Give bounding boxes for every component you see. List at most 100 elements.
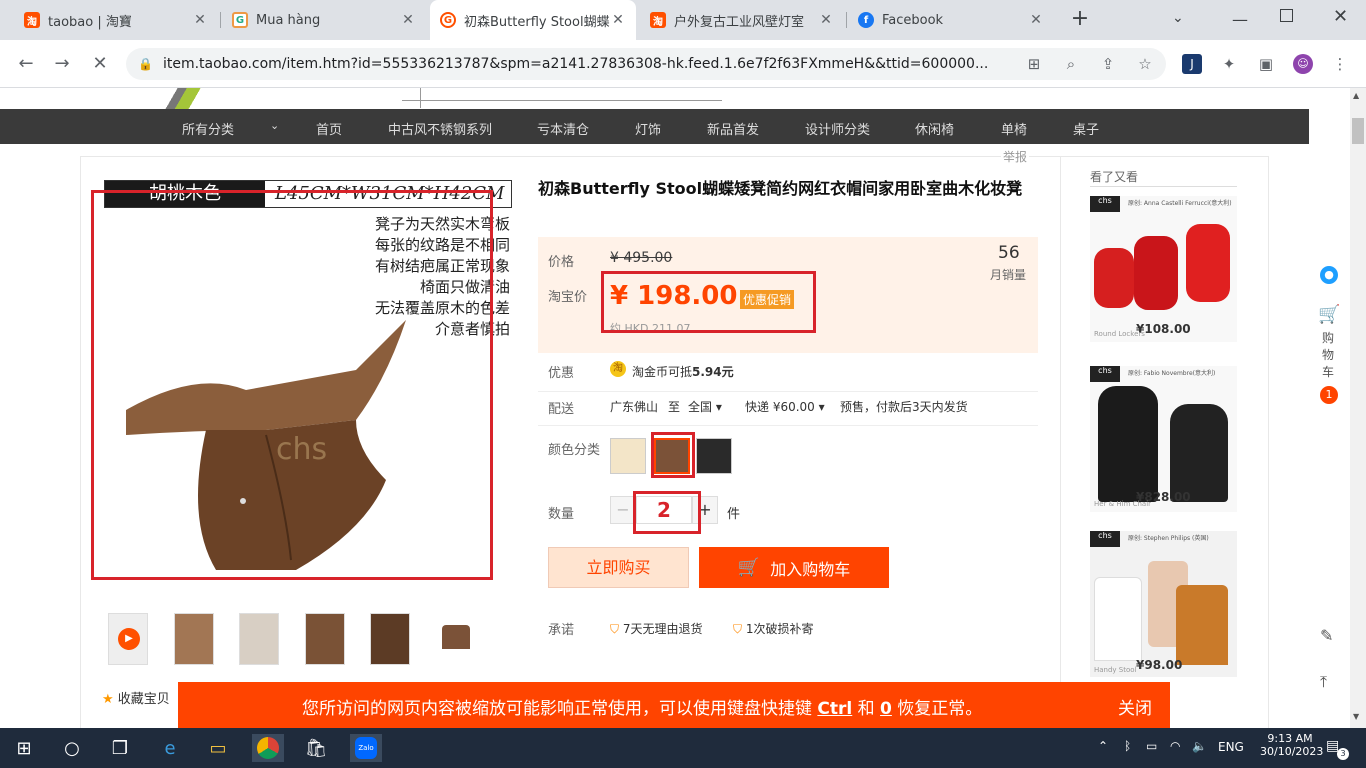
thumbnail[interactable] xyxy=(239,613,279,665)
zalo-icon[interactable]: Zalo xyxy=(350,734,382,762)
page-content: 所有分类 ⌄ 首页 中古风不锈钢系列 亏本清仓 灯饰 新品首发 设计师分类 休闲… xyxy=(0,88,1350,728)
tab-taobao[interactable]: 淘 taobao | 淘寶 ✕ xyxy=(14,0,218,40)
highlight-box xyxy=(601,271,816,333)
nav-lounge[interactable]: 休闲椅 xyxy=(915,119,954,138)
edge-icon[interactable]: e xyxy=(154,734,186,762)
related-item[interactable]: chs 原创: Stephen Philips (英国) ¥98.00 Hand… xyxy=(1090,531,1237,677)
thumbnail-video[interactable]: ▶ xyxy=(108,613,148,665)
shipping-label: 配送 xyxy=(548,402,575,417)
tab-title: taobao | 淘寶 xyxy=(48,14,132,30)
side-panel-icon[interactable]: ▣ xyxy=(1256,54,1276,74)
close-icon[interactable]: ✕ xyxy=(610,12,626,28)
color-option-black[interactable] xyxy=(696,438,732,474)
notice-close-button[interactable]: 关闭 xyxy=(1118,694,1152,719)
nav-chair[interactable]: 单椅 xyxy=(1001,119,1027,138)
forward-icon[interactable]: → xyxy=(50,52,74,76)
scroll-thumb[interactable] xyxy=(1352,118,1364,144)
task-view-icon[interactable]: ❐ xyxy=(104,734,136,762)
share-icon[interactable]: ⇪ xyxy=(1098,54,1118,74)
extension-icon[interactable]: J xyxy=(1182,54,1202,74)
bluetooth-icon[interactable]: ᛒ xyxy=(1124,739,1131,753)
tab-title: Mua hàng xyxy=(256,12,321,28)
shop-nav: 所有分类 ⌄ 首页 中古风不锈钢系列 亏本清仓 灯饰 新品首发 设计师分类 休闲… xyxy=(0,109,1309,144)
search-icon[interactable]: ○ xyxy=(56,734,88,762)
new-tab-icon[interactable]: + xyxy=(1068,8,1092,32)
store-icon[interactable]: 🛍 xyxy=(300,734,332,762)
translate-icon[interactable]: ⊞ xyxy=(1024,54,1044,74)
price-label: 价格 xyxy=(548,255,575,270)
shipping-region-select[interactable]: 全国 ▾ xyxy=(688,398,722,415)
shield-icon: ⛉ xyxy=(733,622,743,636)
close-icon[interactable]: ✕ xyxy=(192,12,208,28)
tray-chevron-icon[interactable]: ⌃ xyxy=(1098,739,1108,753)
volume-icon[interactable]: 🔈 xyxy=(1192,739,1207,753)
nav-lighting[interactable]: 灯饰 xyxy=(635,119,661,138)
tab-strip: 淘 taobao | 淘寶 ✕ G Mua hàng ✕ G 初森Butterf… xyxy=(0,0,1366,40)
file-explorer-icon[interactable]: ▭ xyxy=(202,734,234,762)
assistant-icon[interactable]: ● xyxy=(1320,266,1338,284)
extensions-puzzle-icon[interactable]: ✦ xyxy=(1219,54,1239,74)
thumbnail[interactable] xyxy=(436,613,476,665)
related-item[interactable]: chs 原创: Fabio Novembre(意大利) ¥828.00 Her … xyxy=(1090,366,1237,512)
windows-start-icon[interactable]: ⊞ xyxy=(8,734,40,762)
brand-logo: chs xyxy=(1090,196,1120,212)
product-title: 初森Butterfly Stool蝴蝶矮凳简约网红衣帽间家用卧室曲木化妆凳 xyxy=(538,179,1023,198)
nav-home[interactable]: 首页 xyxy=(316,119,342,138)
buy-now-button[interactable]: 立即购买 xyxy=(548,547,689,588)
color-option-natural[interactable] xyxy=(610,438,646,474)
thumbnail[interactable] xyxy=(305,613,345,665)
taobao-icon: 淘 xyxy=(650,12,666,28)
star-icon: ★ xyxy=(102,692,114,707)
close-window-icon[interactable]: ✕ xyxy=(1333,6,1348,27)
wifi-icon[interactable]: ◠ xyxy=(1170,739,1180,753)
stop-icon[interactable]: ✕ xyxy=(88,52,112,76)
language-indicator[interactable]: ENG xyxy=(1218,740,1244,754)
profile-avatar[interactable]: ☺ xyxy=(1293,54,1313,74)
favorite-item[interactable]: ★ 收藏宝贝 xyxy=(102,688,170,707)
tab-wall-lamp[interactable]: 淘 户外复古工业风壁灯室 ✕ xyxy=(640,0,844,40)
related-item[interactable]: chs 原创: Anna Castelli Ferrucci(意大利) ¥108… xyxy=(1090,196,1237,342)
close-icon[interactable]: ✕ xyxy=(818,12,834,28)
menu-icon[interactable]: ⋮ xyxy=(1330,54,1350,74)
clock[interactable]: 9:13 AM 30/10/2023 xyxy=(1260,732,1324,758)
nav-clearance[interactable]: 亏本清仓 xyxy=(537,119,589,138)
minimize-icon[interactable]: — xyxy=(1232,10,1248,29)
cart-count-badge: 1 xyxy=(1320,386,1338,404)
tab-title: 户外复古工业风壁灯室 xyxy=(674,14,805,30)
nav-table[interactable]: 桌子 xyxy=(1073,119,1099,138)
cart-icon[interactable]: 🛒 xyxy=(1318,304,1340,325)
cart-icon: 🛒 xyxy=(737,557,761,578)
clock-date: 30/10/2023 xyxy=(1260,745,1324,758)
cart-label[interactable]: 购物车 xyxy=(1322,330,1336,381)
taskbar: ⊞ ○ ❐ e ▭ 🛍 Zalo ⌃ ᛒ ▭ ◠ 🔈 ENG 9:13 AM 3… xyxy=(0,728,1366,768)
chrome-icon[interactable] xyxy=(252,734,284,762)
nav-all-categories[interactable]: 所有分类 xyxy=(182,119,234,138)
back-icon[interactable]: ← xyxy=(14,52,38,76)
address-bar[interactable]: 🔒 item.taobao.com/item.htm?id=5553362137… xyxy=(126,48,1166,80)
tab-search-icon[interactable]: ⌄ xyxy=(1172,10,1184,26)
close-icon[interactable]: ✕ xyxy=(1028,12,1044,28)
add-to-cart-button[interactable]: 🛒 加入购物车 xyxy=(699,547,889,588)
thumbnail[interactable] xyxy=(370,613,410,665)
tab-facebook[interactable]: f Facebook ✕ xyxy=(848,0,1054,40)
report-link[interactable]: 举报 xyxy=(1001,148,1030,165)
battery-icon[interactable]: ▭ xyxy=(1146,739,1157,753)
bookmark-star-icon[interactable]: ☆ xyxy=(1135,54,1155,74)
restore-icon[interactable] xyxy=(1280,9,1293,22)
zoom-icon[interactable]: ⌕ xyxy=(1061,54,1081,74)
nav-designer[interactable]: 设计师分类 xyxy=(805,119,870,138)
nav-new[interactable]: 新品首发 xyxy=(707,119,759,138)
tab-butterfly-stool[interactable]: G 初森Butterfly Stool蝴蝶 ✕ xyxy=(430,0,636,40)
tab-mua-hang[interactable]: G Mua hàng ✕ xyxy=(222,0,426,40)
nav-stainless[interactable]: 中古风不锈钢系列 xyxy=(388,119,492,138)
shipping-express-select[interactable]: 快递 ¥60.00 ▾ xyxy=(745,398,825,415)
related-name: Round Lockers xyxy=(1094,330,1145,338)
edit-icon[interactable]: ✎ xyxy=(1320,626,1333,645)
related-designer: 原创: Anna Castelli Ferrucci(意大利) xyxy=(1128,200,1232,207)
chevron-down-icon: ⌄ xyxy=(270,119,280,132)
thumbnail[interactable] xyxy=(174,613,214,665)
close-icon[interactable]: ✕ xyxy=(400,12,416,28)
back-to-top-icon[interactable]: ⤒ xyxy=(1320,672,1327,692)
scrollbar[interactable]: ▲ ▼ xyxy=(1350,88,1366,728)
highlight-box xyxy=(91,190,493,580)
